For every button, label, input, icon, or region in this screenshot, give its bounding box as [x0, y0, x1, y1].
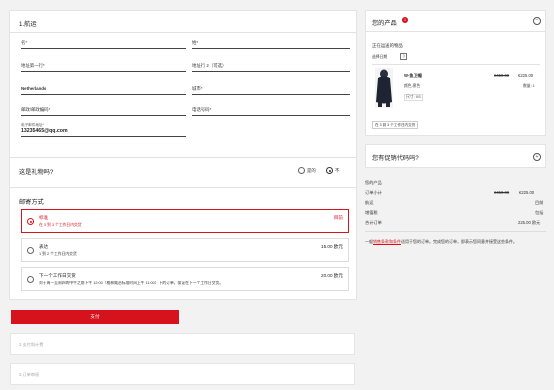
- delivery-note: 在 3 到 3 个工作日内交货: [372, 121, 419, 129]
- collapse-icon[interactable]: −: [533, 17, 541, 25]
- divider: [10, 157, 356, 158]
- divider: [365, 231, 546, 232]
- address2-field[interactable]: 地址行 2（可选）: [192, 63, 226, 69]
- cart-count-badge: 1: [402, 17, 408, 23]
- phone-field[interactable]: 电话号码*: [192, 107, 211, 113]
- address1-underline: [21, 71, 186, 72]
- gift-yes-label: 是的: [307, 168, 316, 173]
- collecting-label: 正在运送的物品: [372, 43, 403, 48]
- payment-step[interactable]: 2.支付和计费: [10, 333, 355, 355]
- shipping-option-desc: 1 到 2 个工作日内交货: [39, 252, 77, 256]
- divider: [10, 187, 356, 188]
- gift-no-label: 不: [335, 168, 340, 173]
- shipping-option-price: 20.00 欧元: [321, 273, 343, 278]
- postal-field[interactable]: 邮政/邮政编码*: [21, 107, 50, 113]
- email-underline: [21, 136, 186, 137]
- shipping-option-price: 15.00 欧元: [321, 244, 343, 249]
- postal-underline: [21, 115, 186, 116]
- terms-prefix: 一般: [365, 239, 373, 244]
- shipping-next-day-radio[interactable]: [27, 276, 34, 283]
- ship-date-label: 选择日期: [372, 55, 388, 59]
- shipping-value: 目前: [535, 200, 544, 205]
- pay-button[interactable]: 支付: [11, 310, 179, 324]
- gift-no-radio[interactable]: [326, 167, 333, 174]
- terms-link[interactable]: 销售条款和条件: [373, 239, 401, 244]
- last-name-underline: [192, 48, 350, 49]
- shipping-option-name: 表达: [39, 244, 49, 249]
- expand-icon[interactable]: +: [533, 153, 541, 161]
- calendar-icon[interactable]: ▯: [400, 53, 407, 60]
- promo-code-panel[interactable]: 您有促销代码吗? +: [365, 144, 546, 168]
- product-price-old: €450.00: [494, 73, 510, 78]
- divider: [10, 32, 356, 33]
- city-underline: [192, 94, 350, 95]
- shipping-option-express[interactable]: 表达 1 到 2 个工作日内交货 15.00 欧元: [21, 238, 349, 262]
- payment-step-label: 2.支付和计费: [19, 342, 44, 347]
- review-step[interactable]: 3.订单审阅: [10, 363, 355, 385]
- shipping-option-name: 标准: [39, 215, 49, 220]
- tax-value: 包括: [535, 210, 544, 215]
- shipping-option-name: 下一个工作日交货: [39, 273, 76, 278]
- total-value: 225.00 欧元: [518, 220, 541, 225]
- product-color: 颜色:黑色: [404, 84, 421, 88]
- country-underline: [21, 94, 186, 95]
- address2-underline: [192, 71, 350, 72]
- terms-suffix: 适用于您的订单。完成您的订单，即表示您同意并接受这些条件。: [401, 239, 517, 244]
- review-step-label: 3.订单审阅: [19, 372, 40, 377]
- shipping-title: 1.航运: [19, 21, 37, 28]
- promo-title: 您有促销代码吗?: [372, 155, 419, 162]
- shipping-option-desc: 对于周一至周四的中午之前下午 12:00（格林威治标准时间上午 11:00）下的…: [39, 281, 224, 285]
- product-price-new: €225.00: [518, 73, 534, 78]
- total-label: 合计订单: [365, 220, 382, 225]
- tax-label: 增值税: [365, 210, 378, 215]
- subtotal-new: €225.00: [519, 190, 535, 195]
- gift-yes-radio[interactable]: [298, 167, 305, 174]
- shipping-option-desc: 在 3 到 3 个工作日内交货: [39, 223, 82, 227]
- city-field[interactable]: 城市*: [192, 86, 203, 92]
- address1-field[interactable]: 地址第一行*: [21, 63, 45, 69]
- shipping-panel: 1.航运 名* 姓* 地址第一行* 地址行 2（可选） Netherlands …: [9, 10, 357, 300]
- shipping-option-price: 目前: [333, 215, 343, 220]
- product-panel: 您的产品 1 − 正在运送的物品 选择日期 ▯ W-鱼卫帽 €450.00 €2…: [365, 10, 546, 136]
- shipping-standard-radio[interactable]: [27, 218, 34, 225]
- product-panel-title: 您的产品: [372, 20, 397, 27]
- terms-text: 一般销售条款和条件适用于您的订单。完成您的订单，即表示您同意并接受这些条件。: [365, 239, 546, 245]
- country-select[interactable]: Netherlands: [21, 86, 46, 91]
- subtotal-old: €450.00: [494, 190, 510, 195]
- product-size: 尺寸: XS: [404, 94, 423, 101]
- summary-heading: 您的产品: [365, 180, 382, 185]
- phone-underline: [192, 115, 350, 116]
- last-name-field[interactable]: 姓*: [192, 40, 198, 46]
- first-name-underline: [21, 48, 186, 49]
- product-thumbnail[interactable]: [375, 68, 393, 108]
- shipping-label: 航运: [365, 200, 374, 205]
- subtotal-label: 订单小计: [365, 190, 382, 195]
- product-qty: 数量: 1: [523, 84, 535, 88]
- divider: [372, 64, 540, 65]
- email-input[interactable]: 13235465@qq.com: [21, 128, 68, 134]
- first-name-field[interactable]: 名*: [21, 40, 27, 46]
- shipping-express-radio[interactable]: [27, 247, 34, 254]
- gift-question: 这是礼物吗?: [19, 169, 54, 176]
- product-name[interactable]: W-鱼卫帽: [404, 73, 422, 79]
- shipping-option-next-day[interactable]: 下一个工作日交货 对于周一至周四的中午之前下午 12:00（格林威治标准时间上午…: [21, 267, 349, 291]
- shipping-option-standard[interactable]: 标准 在 3 到 3 个工作日内交货 目前: [21, 209, 349, 233]
- shipping-method-title: 邮寄方式: [19, 199, 44, 206]
- divider: [366, 31, 545, 32]
